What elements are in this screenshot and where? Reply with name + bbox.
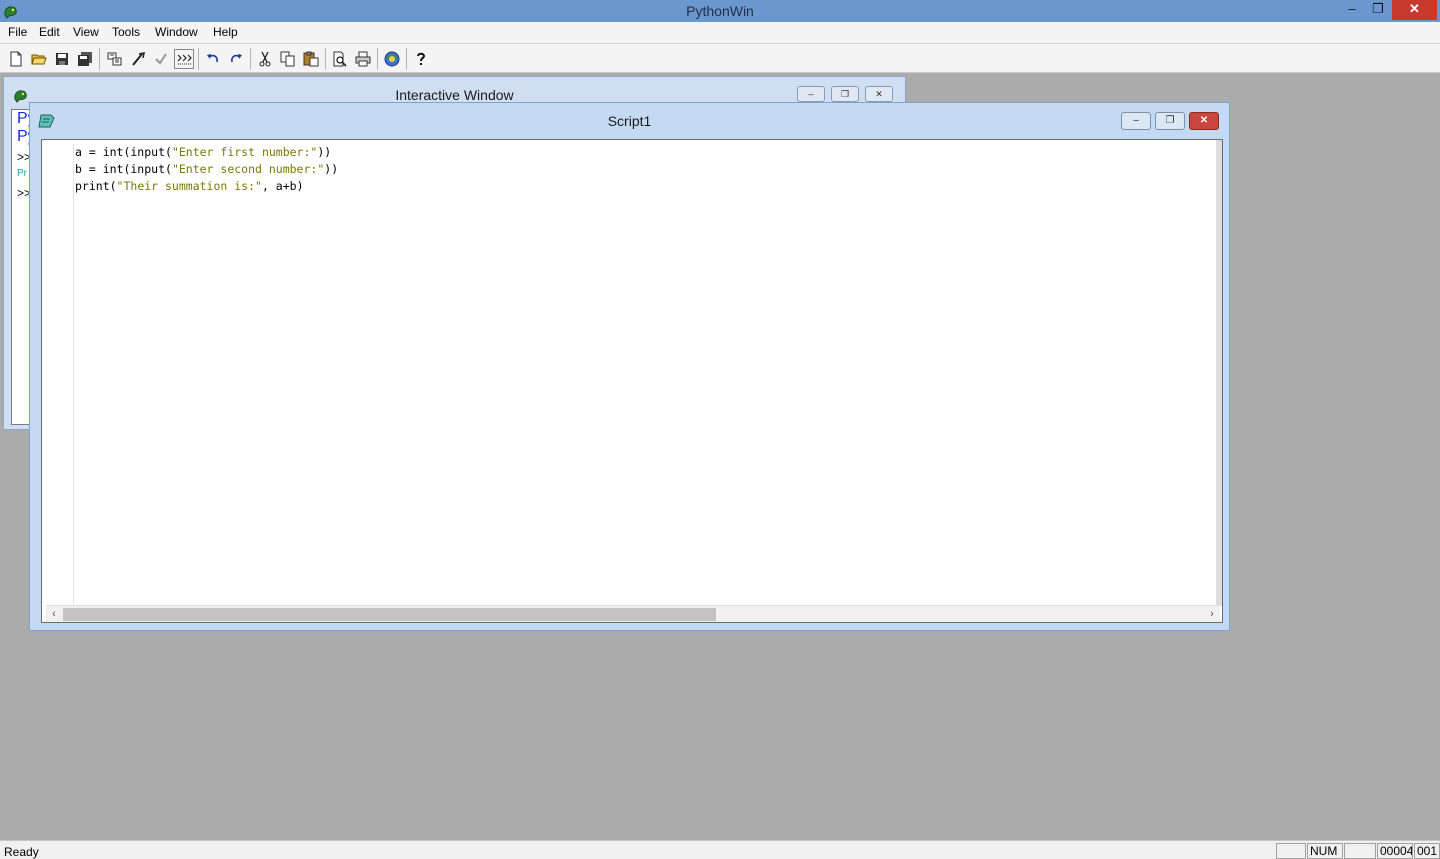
interactive-window-title: Interactive Window: [395, 87, 514, 103]
status-num: NUM: [1307, 843, 1343, 859]
cut-icon[interactable]: [255, 49, 275, 69]
browse-icon[interactable]: [105, 49, 125, 69]
vertical-scrollbar[interactable]: [1216, 140, 1222, 606]
code-line: print("Their summation is:", a+b): [75, 179, 304, 193]
status-bar: Ready NUM 00004 001: [0, 840, 1440, 859]
menu-bar: File Edit View Tools Window Help: [0, 22, 1440, 43]
toolbar-separator: [198, 48, 199, 70]
interactive-close-button[interactable]: ✕: [865, 86, 893, 102]
restore-button[interactable]: ❐: [1366, 0, 1390, 20]
scroll-left-icon[interactable]: ‹: [46, 606, 62, 622]
print-icon[interactable]: [353, 49, 373, 69]
undo-icon[interactable]: [203, 49, 223, 69]
code-editor[interactable]: a = int(input("Enter first number:")) b …: [41, 139, 1223, 623]
toolbar-separator: [250, 48, 251, 70]
interactive-console[interactable]: Py Py >> Pr >>: [11, 109, 31, 425]
editor-gutter: [48, 144, 74, 606]
close-button[interactable]: ✕: [1392, 0, 1437, 20]
script-close-button[interactable]: ✕: [1189, 112, 1219, 130]
open-folder-icon[interactable]: [29, 49, 49, 69]
minimize-button[interactable]: –: [1340, 0, 1364, 20]
title-bar[interactable]: PythonWin – ❐ ✕: [0, 0, 1440, 22]
menu-edit[interactable]: Edit: [39, 25, 60, 39]
python-web-icon[interactable]: [382, 49, 402, 69]
status-line: 00004: [1377, 843, 1413, 859]
toolbar-separator: [99, 48, 100, 70]
menu-help[interactable]: Help: [213, 25, 238, 39]
help-icon[interactable]: [411, 49, 431, 69]
status-col: 001: [1414, 843, 1440, 859]
toolbar-separator: [377, 48, 378, 70]
menu-tools[interactable]: Tools: [112, 25, 140, 39]
menu-view[interactable]: View: [73, 25, 99, 39]
script-window-title: Script1: [607, 113, 652, 129]
menu-window[interactable]: Window: [155, 25, 198, 39]
interactive-minimize-button[interactable]: –: [797, 86, 825, 102]
app-title: PythonWin: [686, 3, 754, 19]
script-window[interactable]: Script1 – ❐ ✕ a = int(input("Enter first…: [29, 102, 1230, 631]
script-minimize-button[interactable]: –: [1121, 112, 1151, 130]
scroll-thumb[interactable]: [63, 608, 716, 621]
menu-file[interactable]: File: [8, 25, 27, 39]
status-text: Ready: [4, 845, 39, 859]
check-icon[interactable]: [151, 49, 171, 69]
new-file-icon[interactable]: [6, 49, 26, 69]
script-restore-button[interactable]: ❐: [1155, 112, 1185, 130]
toolbar: [0, 43, 1440, 73]
horizontal-scrollbar[interactable]: ‹ ›: [46, 605, 1220, 622]
save-all-icon[interactable]: [75, 49, 95, 69]
run-icon[interactable]: [128, 49, 148, 69]
status-pane-empty: [1344, 843, 1376, 859]
status-pane-empty: [1276, 843, 1306, 859]
toolbar-separator: [406, 48, 407, 70]
redo-icon[interactable]: [226, 49, 246, 69]
indent-guide-icon[interactable]: [174, 49, 194, 69]
copy-icon[interactable]: [278, 49, 298, 69]
toolbar-separator: [325, 48, 326, 70]
interactive-restore-button[interactable]: ❐: [831, 86, 859, 102]
scroll-right-icon[interactable]: ›: [1204, 606, 1220, 622]
code-line: b = int(input("Enter second number:")): [75, 162, 339, 176]
paste-icon[interactable]: [301, 49, 321, 69]
code-line: a = int(input("Enter first number:")): [75, 145, 332, 159]
console-line: Pr: [17, 168, 27, 179]
print-preview-icon[interactable]: [330, 49, 350, 69]
save-icon[interactable]: [52, 49, 72, 69]
